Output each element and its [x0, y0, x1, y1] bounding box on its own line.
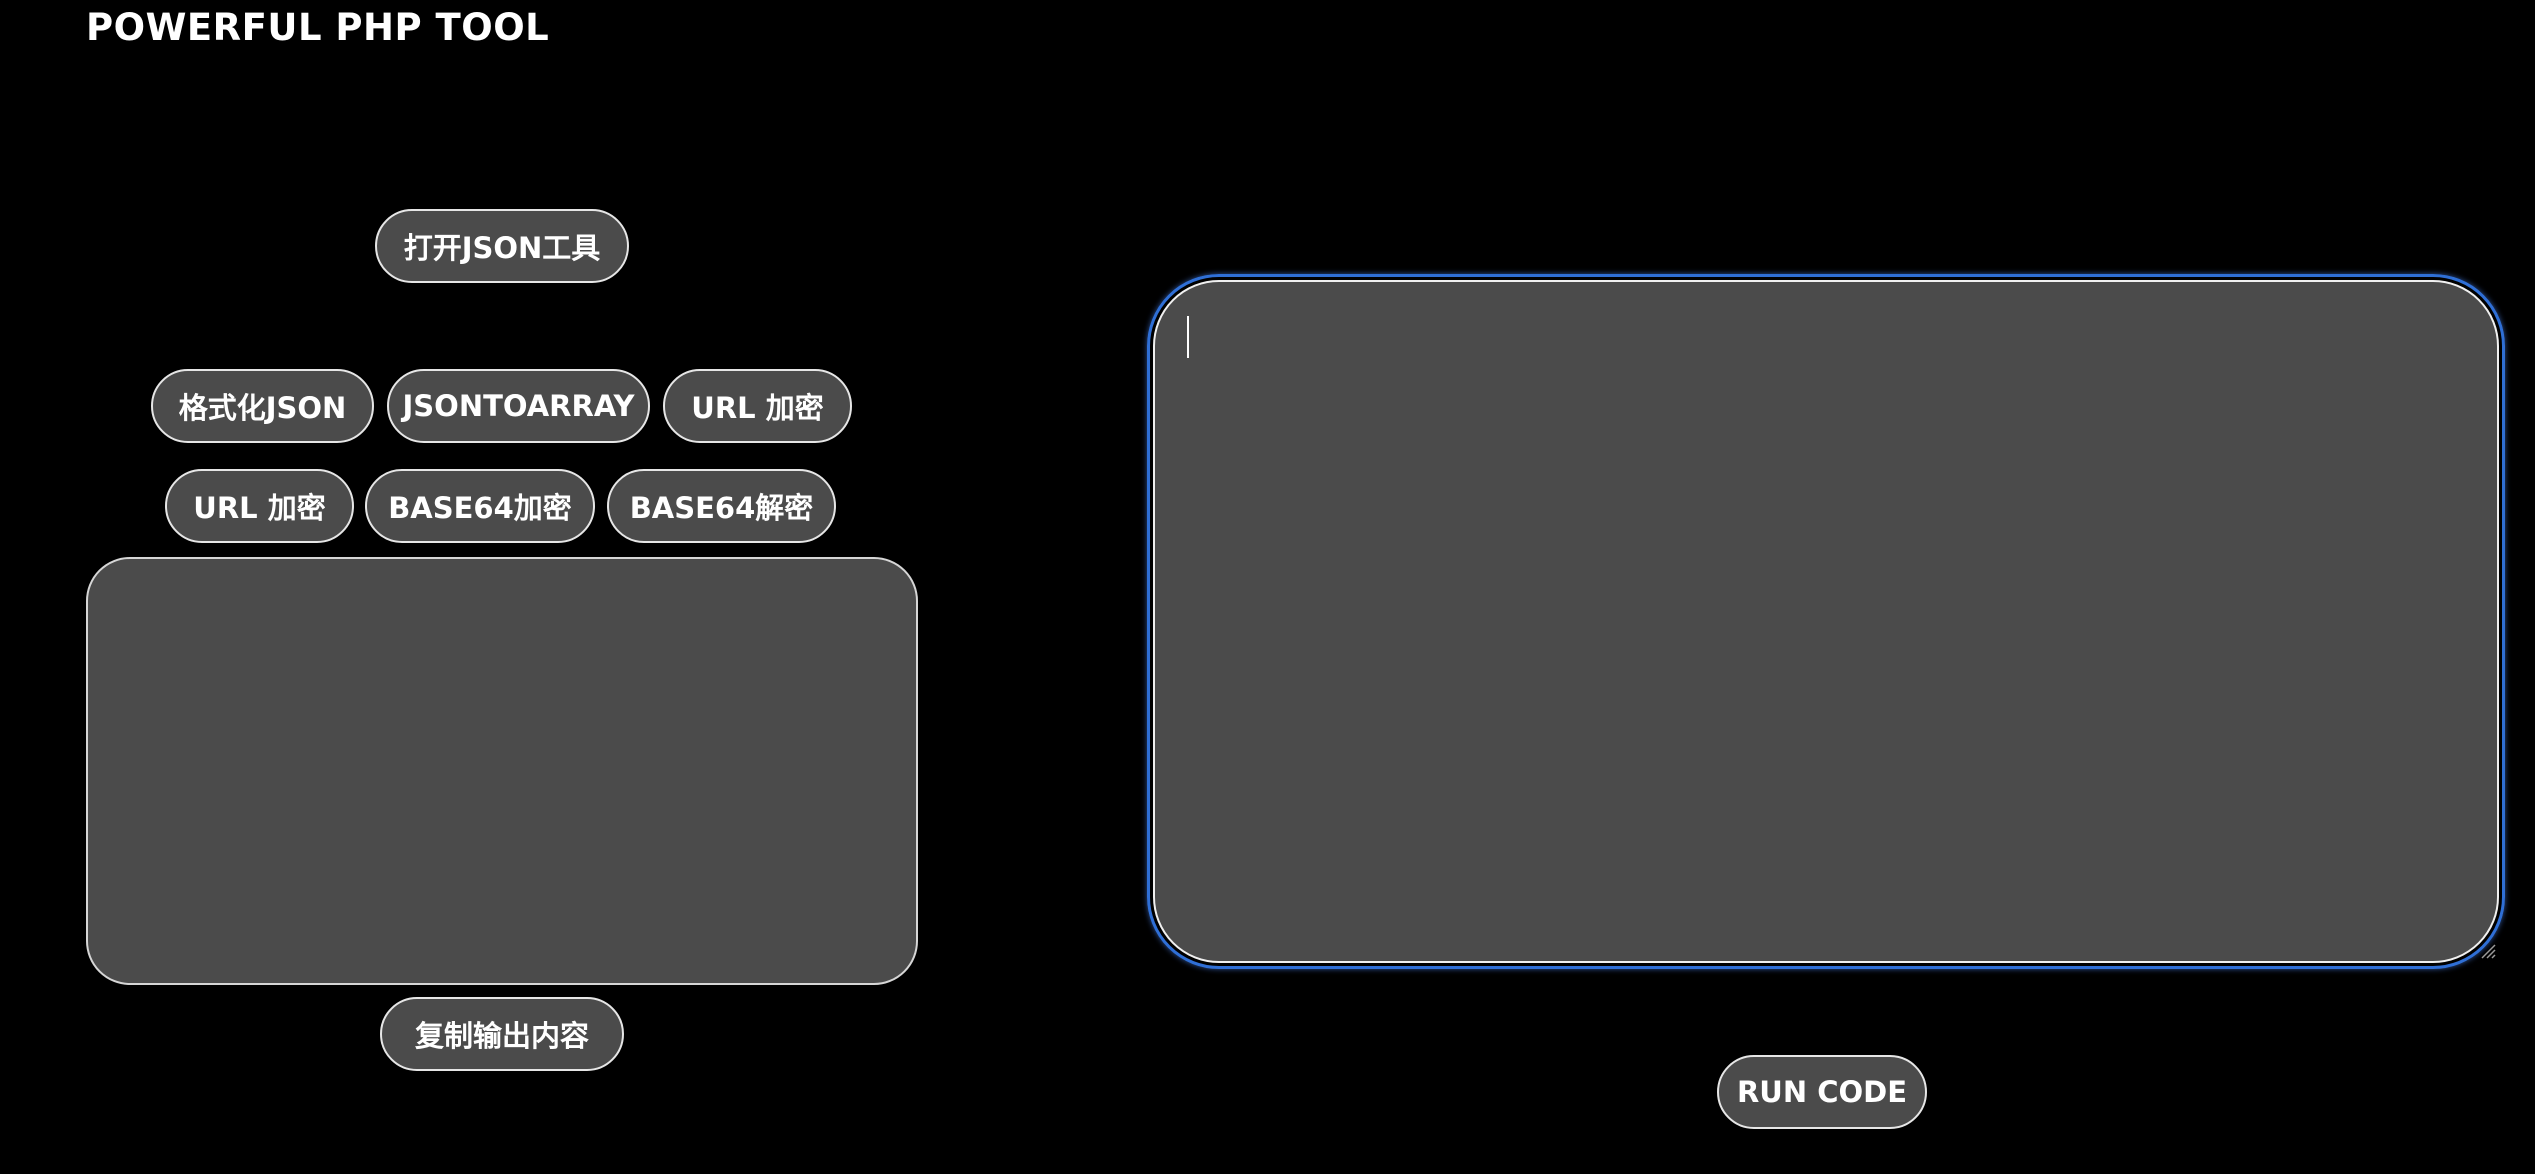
- base64-decode-button[interactable]: BASE64解密: [607, 469, 836, 543]
- open-json-tool-button[interactable]: 打开JSON工具: [375, 209, 629, 283]
- base64-encode-button[interactable]: BASE64加密: [365, 469, 595, 543]
- run-code-button[interactable]: RUN CODE: [1717, 1055, 1927, 1129]
- json-to-array-button[interactable]: JSONTOARRAY: [387, 369, 650, 443]
- url-encode-button-2[interactable]: URL 加密: [165, 469, 354, 543]
- code-input[interactable]: [1153, 280, 2499, 963]
- copy-output-button[interactable]: 复制输出内容: [380, 997, 624, 1071]
- output-area[interactable]: [86, 557, 918, 985]
- page-title: POWERFUL PHP TOOL: [86, 6, 550, 49]
- format-json-button[interactable]: 格式化JSON: [151, 369, 374, 443]
- text-caret: [1187, 316, 1189, 358]
- php-tool-app: POWERFUL PHP TOOL 打开JSON工具 格式化JSON JSONT…: [0, 0, 2535, 1174]
- code-editor-focus-ring: [1147, 274, 2505, 969]
- url-encode-button[interactable]: URL 加密: [663, 369, 852, 443]
- resize-grip-icon[interactable]: [2478, 941, 2496, 959]
